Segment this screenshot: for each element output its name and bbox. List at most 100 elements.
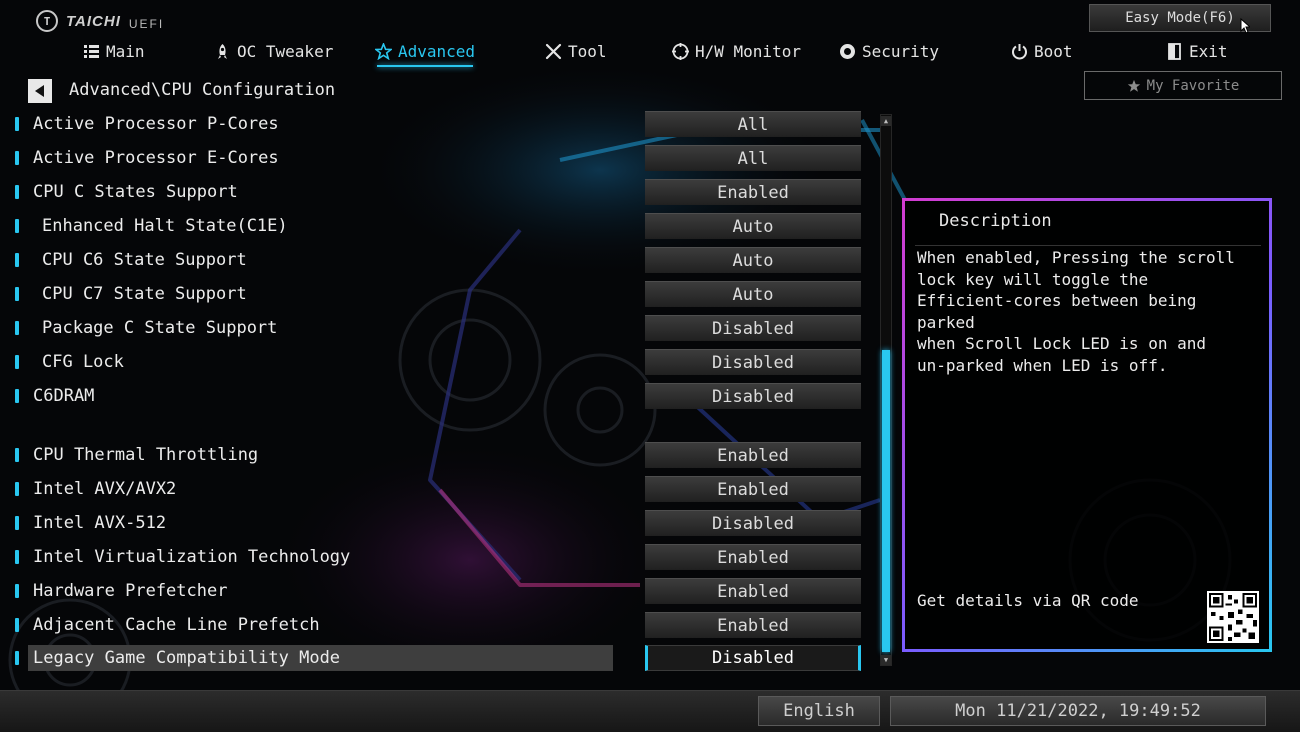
my-favorite-label: My Favorite [1146, 77, 1240, 94]
setting-row[interactable]: CPU C States Support Enabled [0, 177, 870, 207]
tab-oc-tweaker[interactable]: OC Tweaker [214, 38, 333, 64]
row-marker [15, 151, 19, 165]
setting-row[interactable]: Enhanced Halt State(C1E) Auto [0, 211, 870, 241]
setting-value-button[interactable]: Auto [645, 281, 861, 307]
tools-icon [545, 43, 562, 59]
setting-value-button[interactable]: Auto [645, 247, 861, 273]
monitor-icon [672, 42, 689, 60]
setting-label: C6DRAM [33, 386, 95, 406]
brand-sub: UEFI [128, 17, 165, 31]
setting-row[interactable]: CFG Lock Disabled [0, 347, 870, 377]
setting-row[interactable]: Intel AVX-512 Disabled [0, 508, 870, 538]
row-marker [15, 321, 19, 335]
description-divider [915, 245, 1261, 246]
setting-row[interactable]: Adjacent Cache Line Prefetch Enabled [0, 610, 870, 640]
row-marker [15, 618, 19, 632]
row-marker [15, 219, 19, 233]
row-marker [15, 584, 19, 598]
tab-main-label: Main [106, 41, 145, 61]
setting-label: CPU Thermal Throttling [33, 445, 259, 465]
setting-value-button[interactable]: Disabled [645, 510, 861, 536]
row-marker [15, 482, 19, 496]
taichi-logo-icon: T [36, 10, 58, 32]
setting-value-button[interactable]: Auto [645, 213, 861, 239]
setting-row[interactable]: Active Processor E-Cores All [0, 143, 870, 173]
setting-label: Intel AVX/AVX2 [33, 479, 177, 499]
setting-row-selected[interactable]: Legacy Game Compatibility Mode Disabled [0, 643, 870, 673]
setting-row[interactable]: CPU C7 State Support Auto [0, 279, 870, 309]
tab-tool-label: Tool [568, 41, 607, 61]
row-marker [15, 516, 19, 530]
tab-exit[interactable]: Exit [1166, 38, 1228, 64]
tab-main[interactable]: Main [83, 38, 145, 64]
setting-value-button[interactable]: Enabled [645, 612, 861, 638]
description-text: When enabled, Pressing the scroll lock k… [917, 248, 1235, 375]
tab-tool[interactable]: Tool [545, 38, 607, 64]
tab-oc-tweaker-label: OC Tweaker [237, 41, 334, 61]
setting-row[interactable]: Active Processor P-Cores All [0, 109, 870, 139]
my-favorite-button[interactable]: My Favorite [1084, 71, 1282, 100]
setting-label: CPU C6 State Support [42, 250, 247, 270]
scrollbar-thumb[interactable] [882, 350, 890, 652]
setting-label: Legacy Game Compatibility Mode [33, 648, 341, 668]
setting-value-button[interactable]: Disabled [645, 645, 861, 671]
setting-row[interactable]: CPU C6 State Support Auto [0, 245, 870, 275]
brand-logo: T TAICHI UEFI [36, 10, 164, 32]
exit-door-icon [1168, 42, 1181, 60]
setting-label: Enhanced Halt State(C1E) [42, 216, 288, 236]
description-panel: Description When enabled, Pressing the s… [902, 198, 1272, 652]
setting-label: CPU C States Support [33, 182, 238, 202]
star-icon [1127, 79, 1140, 92]
setting-row[interactable]: Intel Virtualization Technology Enabled [0, 542, 870, 572]
scroll-up-icon[interactable]: ▲ [881, 116, 891, 126]
setting-label: Intel Virtualization Technology [33, 547, 351, 567]
brand-name: TAICHI [66, 12, 121, 30]
back-button[interactable] [28, 79, 52, 103]
setting-label: Intel AVX-512 [33, 513, 167, 533]
tab-boot-label: Boot [1034, 41, 1073, 61]
scroll-down-icon[interactable]: ▼ [881, 655, 891, 665]
setting-label: Hardware Prefetcher [33, 581, 228, 601]
setting-value-button[interactable]: Disabled [645, 383, 861, 409]
setting-row[interactable]: Hardware Prefetcher Enabled [0, 576, 870, 606]
setting-value-button[interactable]: All [645, 111, 861, 137]
setting-label: Active Processor E-Cores [33, 148, 279, 168]
setting-row[interactable]: CPU Thermal Throttling Enabled [0, 440, 870, 470]
setting-value-button[interactable]: Enabled [645, 544, 861, 570]
row-marker [15, 355, 19, 369]
setting-value-button[interactable]: Enabled [645, 442, 861, 468]
setting-value-button[interactable]: Enabled [645, 179, 861, 205]
setting-label: Active Processor P-Cores [33, 114, 279, 134]
row-marker [15, 185, 19, 199]
row-marker [15, 651, 19, 665]
setting-row[interactable]: Package C State Support Disabled [0, 313, 870, 343]
tab-security-label: Security [862, 41, 940, 61]
setting-label: Package C State Support [42, 318, 278, 338]
setting-value-button[interactable]: All [645, 145, 861, 171]
description-title: Description [939, 211, 1052, 231]
power-icon [1012, 43, 1027, 59]
setting-value-button[interactable]: Enabled [645, 476, 861, 502]
row-marker [15, 389, 19, 403]
tab-security[interactable]: Security [839, 38, 939, 64]
setting-value-button[interactable]: Disabled [645, 349, 861, 375]
main-tabs: Main OC Tweaker Advanced Tool H/W Monito… [0, 38, 1300, 67]
tab-exit-label: Exit [1189, 41, 1228, 61]
setting-label: CPU C7 State Support [42, 284, 247, 304]
qr-caption: Get details via QR code [917, 591, 1139, 610]
row-marker [15, 117, 19, 131]
language-button[interactable]: English [758, 696, 880, 726]
shield-icon [840, 43, 855, 59]
tab-boot[interactable]: Boot [1011, 38, 1073, 64]
setting-value-button[interactable]: Enabled [645, 578, 861, 604]
tab-advanced-label: Advanced [398, 41, 476, 61]
row-marker [15, 253, 19, 267]
tab-advanced[interactable]: Advanced [375, 38, 476, 67]
setting-value-button[interactable]: Disabled [645, 315, 861, 341]
setting-label: Adjacent Cache Line Prefetch [33, 615, 320, 635]
tab-hw-monitor[interactable]: H/W Monitor [672, 38, 801, 64]
setting-row[interactable]: C6DRAM Disabled [0, 381, 870, 411]
setting-row[interactable]: Intel AVX/AVX2 Enabled [0, 474, 870, 504]
list-icon [84, 44, 99, 58]
mouse-cursor-icon [1240, 18, 1250, 34]
